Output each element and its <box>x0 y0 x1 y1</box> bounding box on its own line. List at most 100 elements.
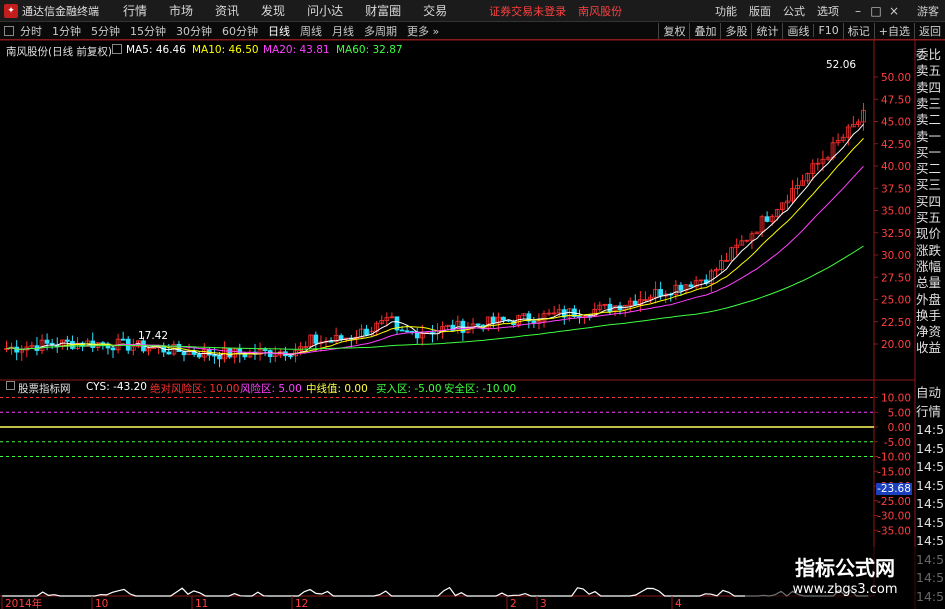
menu-function[interactable]: 功能 <box>715 3 737 19</box>
login-status[interactable]: 证券交易未登录 <box>489 3 566 19</box>
period-weekly[interactable]: 周线 <box>300 23 322 39</box>
quote-row-label: 卖五 <box>916 63 942 79</box>
menu-ask[interactable]: 问小达 <box>307 2 343 19</box>
quote-row-label: 买一 <box>916 144 942 160</box>
price-tick-label: 47.50 <box>881 94 911 106</box>
x-tick-label: 2 <box>510 598 517 609</box>
candle-body <box>212 354 217 357</box>
period-monthly[interactable]: 月线 <box>332 23 354 39</box>
period-5min[interactable]: 5分钟 <box>91 23 120 39</box>
moving-average-series <box>6 123 864 356</box>
quote-row-label: 收益 <box>916 340 942 356</box>
price-tick-label: 40.00 <box>881 161 911 173</box>
close-icon[interactable]: × <box>885 4 903 18</box>
back-button[interactable]: 返回 <box>914 22 945 39</box>
tick-time-label: 14:50 <box>916 422 945 437</box>
draw-button[interactable]: 画线 <box>782 22 813 39</box>
quote-row-label: 换手 <box>916 307 942 323</box>
indicator-name[interactable]: 股票指标网 <box>18 381 71 396</box>
indicator-tick-label: -35.00 <box>877 525 911 537</box>
candle-body <box>44 339 50 344</box>
ma-toggle-icon[interactable] <box>112 44 122 54</box>
menu-news[interactable]: 资讯 <box>215 2 239 19</box>
period-60min[interactable]: 60分钟 <box>222 23 258 39</box>
price-tick-label: 35.00 <box>881 206 911 218</box>
maximize-icon[interactable]: □ <box>867 4 885 18</box>
x-tick-label: 2014年 <box>5 597 42 609</box>
guest-label[interactable]: 游客 <box>917 3 939 19</box>
candlestick-series <box>4 102 866 368</box>
tick-panel-header: 自动 <box>916 385 942 400</box>
candle-body <box>490 316 496 324</box>
app-logo-icon: ✦ <box>4 3 18 18</box>
x-tick-label: 11 <box>195 598 208 609</box>
menu-formula[interactable]: 公式 <box>783 3 805 19</box>
indicator-tick-label: 10.00 <box>881 393 911 405</box>
adjust-button[interactable]: 复权 <box>658 22 689 39</box>
period-tick[interactable]: 分时 <box>20 23 42 39</box>
title-bar: ✦ 通达信金融终端 行情 市场 资讯 发现 问小达 财富圈 交易 证券交易未登录… <box>0 0 945 22</box>
tick-time-label: 14:50 <box>916 477 945 493</box>
menu-discover[interactable]: 发现 <box>261 2 285 19</box>
level-buy: 买入区: -5.00 <box>376 383 442 395</box>
candle-body <box>607 303 613 313</box>
ma-line <box>6 166 864 355</box>
cys-value: CYS: -43.20 <box>86 381 147 393</box>
x-tick-label: 3 <box>540 598 547 609</box>
level-midline: 中线值: 0.00 <box>306 383 368 395</box>
period-daily[interactable]: 日线 <box>268 23 290 39</box>
f10-button[interactable]: F10 <box>813 24 842 37</box>
period-more[interactable]: 更多 » <box>407 23 439 39</box>
price-tick-label: 22.50 <box>881 317 911 329</box>
candle-body <box>399 329 405 332</box>
minimize-icon[interactable]: – <box>849 4 867 18</box>
stock-label: 南风股份(日线 前复权) <box>6 46 113 58</box>
quote-row-label: 涨幅 <box>916 258 942 274</box>
indicator-toggle-icon[interactable] <box>6 381 15 390</box>
quote-row-label: 卖一 <box>916 128 942 144</box>
mark-button[interactable]: 标记 <box>842 22 874 39</box>
candle-body <box>338 335 344 340</box>
watermark-url: www.zbgs3.com <box>792 582 898 597</box>
price-tick-label: 27.50 <box>881 272 911 284</box>
add-watchlist-button[interactable]: +自选 <box>873 22 914 39</box>
price-tick-label: 42.50 <box>881 139 911 151</box>
ma10-legend: MA10: 46.50 <box>192 44 259 56</box>
level-risk: 风险区: 5.00 <box>240 383 302 395</box>
tick-panel-header: 行情 <box>916 403 942 419</box>
quote-row-label: 卖二 <box>916 112 942 128</box>
quote-row-label: 买二 <box>916 161 942 177</box>
kline-chart-svg[interactable]: 50.0047.5045.0042.5040.0037.5035.0032.50… <box>0 39 945 609</box>
indicator-tick-label: -15.00 <box>877 466 911 478</box>
period-15min[interactable]: 15分钟 <box>130 23 166 39</box>
menu-wealth[interactable]: 财富圈 <box>365 2 401 19</box>
app-title: 通达信金融终端 <box>22 4 99 18</box>
stats-button[interactable]: 统计 <box>751 22 782 39</box>
menu-options[interactable]: 选项 <box>817 3 839 19</box>
price-tick-label: 37.50 <box>881 183 911 195</box>
quote-row-label: 买五 <box>916 210 942 225</box>
indicator-tick-label: 5.00 <box>888 407 911 419</box>
menu-layout[interactable]: 版面 <box>749 3 771 19</box>
panel-toggle-icon[interactable] <box>4 25 14 36</box>
menu-quotes[interactable]: 行情 <box>123 2 147 19</box>
multi-stock-button[interactable]: 多股 <box>720 22 751 39</box>
x-tick-label: 10 <box>95 598 108 609</box>
period-1min[interactable]: 1分钟 <box>52 23 81 39</box>
watermark-title: 指标公式网 <box>795 556 895 580</box>
candle-body <box>501 316 506 321</box>
high-price-label: 52.06 <box>826 59 857 71</box>
indicator-tick-label: -10.00 <box>877 452 911 464</box>
chart-area[interactable]: 50.00 47.50 45.00 42.50 40.00 37.50 35.00 32.50… <box>0 39 945 609</box>
menu-trade[interactable]: 交易 <box>423 2 447 19</box>
indicator-level-lines <box>0 397 874 457</box>
price-tick-label: 45.00 <box>881 117 911 129</box>
menu-market[interactable]: 市场 <box>169 2 193 19</box>
candle-body <box>166 351 172 355</box>
period-multi[interactable]: 多周期 <box>364 23 397 39</box>
ma60-legend: MA60: 32.87 <box>336 44 403 56</box>
x-tick-label: 4 <box>675 598 682 609</box>
price-tick-label: 50.00 <box>881 72 911 84</box>
period-30min[interactable]: 30分钟 <box>176 23 212 39</box>
overlay-button[interactable]: 叠加 <box>689 22 720 39</box>
